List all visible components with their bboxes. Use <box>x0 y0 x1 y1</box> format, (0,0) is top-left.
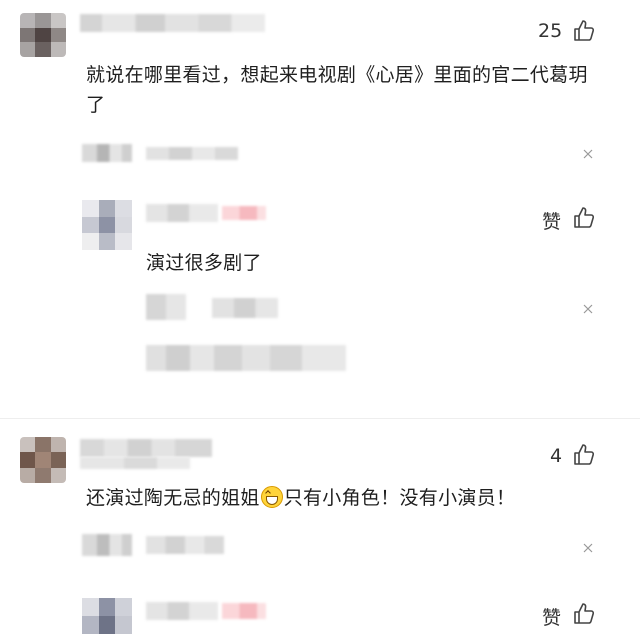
like-count: 25 <box>538 20 563 42</box>
avatar[interactable] <box>82 200 132 250</box>
comment-text-part: 只有小角色！没有小演员！ <box>283 487 516 509</box>
comment-meta-blurred <box>82 144 132 162</box>
username-blurred <box>80 457 190 469</box>
comment-meta-blurred <box>146 536 224 554</box>
comment-text: 还演过陶无忌的姐姐 只有小角色！没有小演员！ <box>86 483 606 513</box>
view-more-replies-blurred[interactable] <box>146 345 346 371</box>
comment-meta-blurred <box>146 147 238 160</box>
username-blurred[interactable] <box>146 204 218 222</box>
user-badge-blurred <box>222 206 266 220</box>
avatar[interactable] <box>82 598 132 634</box>
avatar[interactable] <box>20 437 66 483</box>
username-blurred[interactable] <box>146 602 218 620</box>
grinning-face-emoji <box>260 486 283 508</box>
like-label: 赞 <box>542 607 562 629</box>
close-icon[interactable] <box>583 543 593 553</box>
like-label: 赞 <box>542 211 562 233</box>
close-icon[interactable] <box>583 304 593 314</box>
username-blurred[interactable] <box>80 14 265 32</box>
comment-text: 就说在哪里看过，想起来电视剧《心居》里面的官二代葛玥了 <box>86 64 588 116</box>
like-count: 4 <box>550 445 563 467</box>
user-badge-blurred <box>222 603 266 619</box>
thumbs-up-icon[interactable] <box>572 443 596 467</box>
close-icon[interactable] <box>583 149 593 159</box>
avatar[interactable] <box>20 13 66 57</box>
thumbs-up-icon[interactable] <box>572 602 596 626</box>
reply-meta-blurred <box>212 298 278 318</box>
thumbs-up-icon[interactable] <box>572 19 596 43</box>
reply-meta-blurred <box>146 294 186 320</box>
comment-text-part: 还演过陶无忌的姐姐 <box>86 487 260 509</box>
username-blurred[interactable] <box>80 439 212 457</box>
divider <box>0 418 640 419</box>
thumbs-up-icon[interactable] <box>572 206 596 230</box>
comment-meta-blurred <box>82 534 132 556</box>
reply-text: 演过很多剧了 <box>146 252 262 274</box>
